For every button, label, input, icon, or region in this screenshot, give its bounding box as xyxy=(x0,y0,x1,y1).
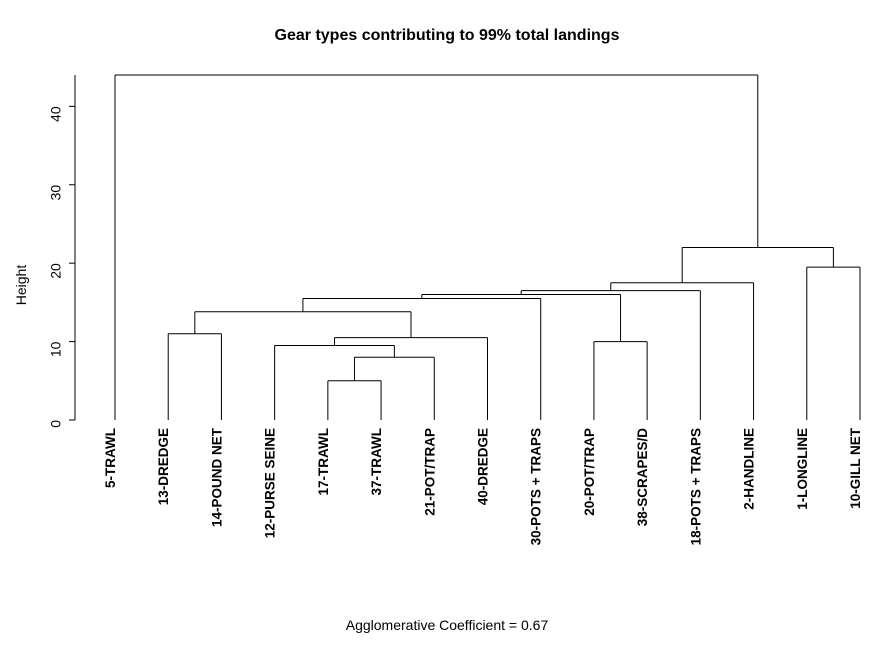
leaf-label: 30-POTS + TRAPS xyxy=(529,428,544,545)
leaf-label: 14-POUND NET xyxy=(209,427,224,527)
leaf-label: 5-TRAWL xyxy=(103,428,118,488)
dendrogram-lines xyxy=(115,75,860,420)
leaf-labels: 5-TRAWL 13-DREDGE 14-POUND NET 12-PURSE SEI… xyxy=(103,427,863,545)
leaf-label: 13-DREDGE xyxy=(156,428,171,505)
dendrogram-chart: Gear types contributing to 99% total lan… xyxy=(0,0,894,653)
y-tick-label: 30 xyxy=(48,185,64,201)
leaf-label: 17-TRAWL xyxy=(316,428,331,496)
y-tick-label: 10 xyxy=(48,341,64,357)
y-tick-label: 40 xyxy=(48,106,64,122)
leaf-label: 2-HANDLINE xyxy=(742,428,757,510)
leaf-label: 12-PURSE SEINE xyxy=(263,428,278,538)
leaf-label: 1-LONGLINE xyxy=(795,428,810,510)
leaf-label: 18-POTS + TRAPS xyxy=(688,428,703,545)
y-axis: 0 10 20 30 40 xyxy=(48,75,75,428)
leaf-label: 40-DREDGE xyxy=(476,428,491,505)
leaf-label: 38-SCRAPES/D xyxy=(635,428,650,527)
y-tick-label: 0 xyxy=(48,420,64,428)
chart-footer: Agglomerative Coefficient = 0.67 xyxy=(346,617,549,633)
leaf-label: 37-TRAWL xyxy=(369,428,384,496)
y-axis-label: Height xyxy=(13,265,29,306)
chart-title: Gear types contributing to 99% total lan… xyxy=(275,27,620,44)
leaf-label: 21-POT/TRAP xyxy=(422,428,437,516)
leaf-label: 20-POT/TRAP xyxy=(582,428,597,516)
leaf-label: 10-GILL NET xyxy=(848,427,863,509)
y-tick-label: 20 xyxy=(48,263,64,279)
